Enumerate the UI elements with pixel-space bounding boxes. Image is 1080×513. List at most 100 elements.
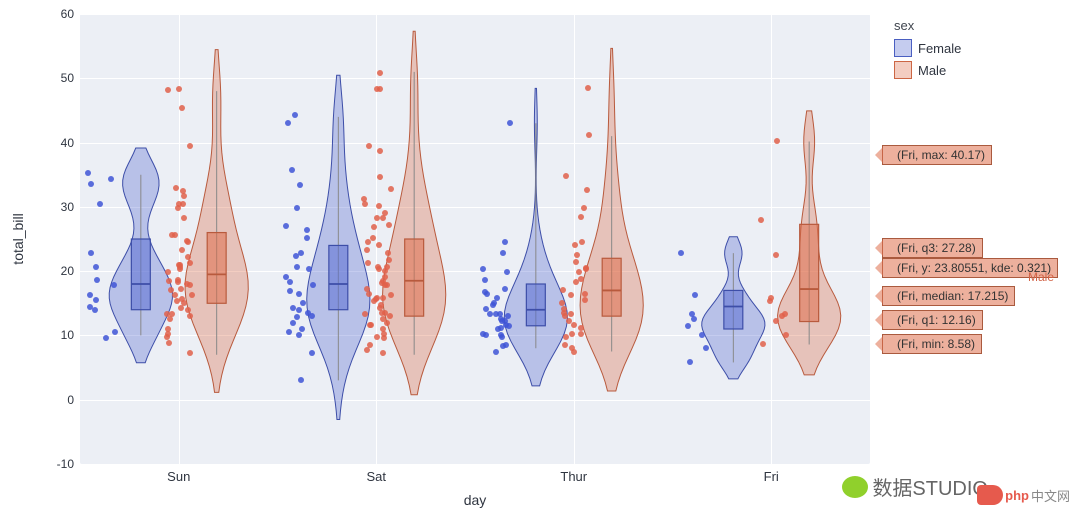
data-point[interactable]	[773, 318, 779, 324]
data-point[interactable]	[505, 313, 511, 319]
data-point[interactable]	[692, 292, 698, 298]
data-point[interactable]	[367, 342, 373, 348]
data-point[interactable]	[678, 250, 684, 256]
data-point[interactable]	[179, 296, 185, 302]
data-point[interactable]	[177, 262, 183, 268]
data-point[interactable]	[583, 265, 589, 271]
data-point[interactable]	[380, 295, 386, 301]
data-point[interactable]	[386, 222, 392, 228]
data-point[interactable]	[103, 335, 109, 341]
data-point[interactable]	[578, 276, 584, 282]
data-point[interactable]	[362, 201, 368, 207]
data-point[interactable]	[364, 247, 370, 253]
data-point[interactable]	[685, 323, 691, 329]
data-point[interactable]	[181, 215, 187, 221]
data-point[interactable]	[491, 300, 497, 306]
data-point[interactable]	[365, 260, 371, 266]
data-point[interactable]	[111, 282, 117, 288]
data-point[interactable]	[294, 205, 300, 211]
data-point[interactable]	[179, 247, 185, 253]
data-point[interactable]	[289, 167, 295, 173]
data-point[interactable]	[689, 311, 695, 317]
data-point[interactable]	[296, 332, 302, 338]
data-point[interactable]	[371, 224, 377, 230]
data-point[interactable]	[175, 277, 181, 283]
legend-entry-female[interactable]: Female	[894, 39, 961, 57]
dot-layer[interactable]	[80, 14, 870, 464]
data-point[interactable]	[582, 297, 588, 303]
data-point[interactable]	[576, 269, 582, 275]
data-point[interactable]	[189, 292, 195, 298]
data-point[interactable]	[768, 295, 774, 301]
data-point[interactable]	[299, 326, 305, 332]
data-point[interactable]	[366, 291, 372, 297]
data-point[interactable]	[283, 223, 289, 229]
data-point[interactable]	[774, 138, 780, 144]
data-point[interactable]	[298, 250, 304, 256]
data-point[interactable]	[364, 286, 370, 292]
data-point[interactable]	[578, 331, 584, 337]
data-point[interactable]	[88, 250, 94, 256]
data-point[interactable]	[167, 316, 173, 322]
data-point[interactable]	[287, 279, 293, 285]
data-point[interactable]	[187, 350, 193, 356]
data-point[interactable]	[87, 304, 93, 310]
data-point[interactable]	[362, 311, 368, 317]
data-point[interactable]	[568, 311, 574, 317]
data-point[interactable]	[368, 322, 374, 328]
data-point[interactable]	[578, 325, 584, 331]
data-point[interactable]	[306, 266, 312, 272]
data-point[interactable]	[290, 320, 296, 326]
data-point[interactable]	[376, 203, 382, 209]
data-point[interactable]	[366, 143, 372, 149]
data-point[interactable]	[298, 377, 304, 383]
data-point[interactable]	[294, 314, 300, 320]
data-point[interactable]	[480, 266, 486, 272]
data-point[interactable]	[88, 181, 94, 187]
data-point[interactable]	[365, 239, 371, 245]
data-point[interactable]	[377, 174, 383, 180]
data-point[interactable]	[375, 264, 381, 270]
data-point[interactable]	[562, 342, 568, 348]
data-point[interactable]	[493, 349, 499, 355]
data-point[interactable]	[376, 242, 382, 248]
data-point[interactable]	[108, 176, 114, 182]
data-point[interactable]	[169, 311, 175, 317]
data-point[interactable]	[507, 120, 513, 126]
data-point[interactable]	[377, 86, 383, 92]
data-point[interactable]	[378, 302, 384, 308]
data-point[interactable]	[758, 217, 764, 223]
data-point[interactable]	[494, 295, 500, 301]
data-point[interactable]	[179, 105, 185, 111]
data-point[interactable]	[573, 259, 579, 265]
data-point[interactable]	[482, 277, 488, 283]
data-point[interactable]	[560, 287, 566, 293]
data-point[interactable]	[385, 250, 391, 256]
data-point[interactable]	[569, 331, 575, 337]
data-point[interactable]	[582, 291, 588, 297]
data-point[interactable]	[93, 297, 99, 303]
data-point[interactable]	[166, 340, 172, 346]
data-point[interactable]	[783, 332, 789, 338]
data-point[interactable]	[500, 250, 506, 256]
data-point[interactable]	[94, 277, 100, 283]
data-point[interactable]	[370, 235, 376, 241]
data-point[interactable]	[93, 264, 99, 270]
data-point[interactable]	[382, 274, 388, 280]
plot-area[interactable]: 60 50 40 30 20 10 0 -10 Sun Sat Thur Fri…	[80, 14, 870, 464]
data-point[interactable]	[296, 291, 302, 297]
data-point[interactable]	[502, 239, 508, 245]
data-point[interactable]	[703, 345, 709, 351]
data-point[interactable]	[187, 143, 193, 149]
data-point[interactable]	[165, 87, 171, 93]
data-point[interactable]	[699, 332, 705, 338]
data-point[interactable]	[166, 278, 172, 284]
data-point[interactable]	[687, 359, 693, 365]
data-point[interactable]	[361, 196, 367, 202]
data-point[interactable]	[374, 334, 380, 340]
data-point[interactable]	[574, 252, 580, 258]
data-point[interactable]	[310, 282, 316, 288]
data-point[interactable]	[290, 305, 296, 311]
data-point[interactable]	[112, 329, 118, 335]
data-point[interactable]	[579, 239, 585, 245]
